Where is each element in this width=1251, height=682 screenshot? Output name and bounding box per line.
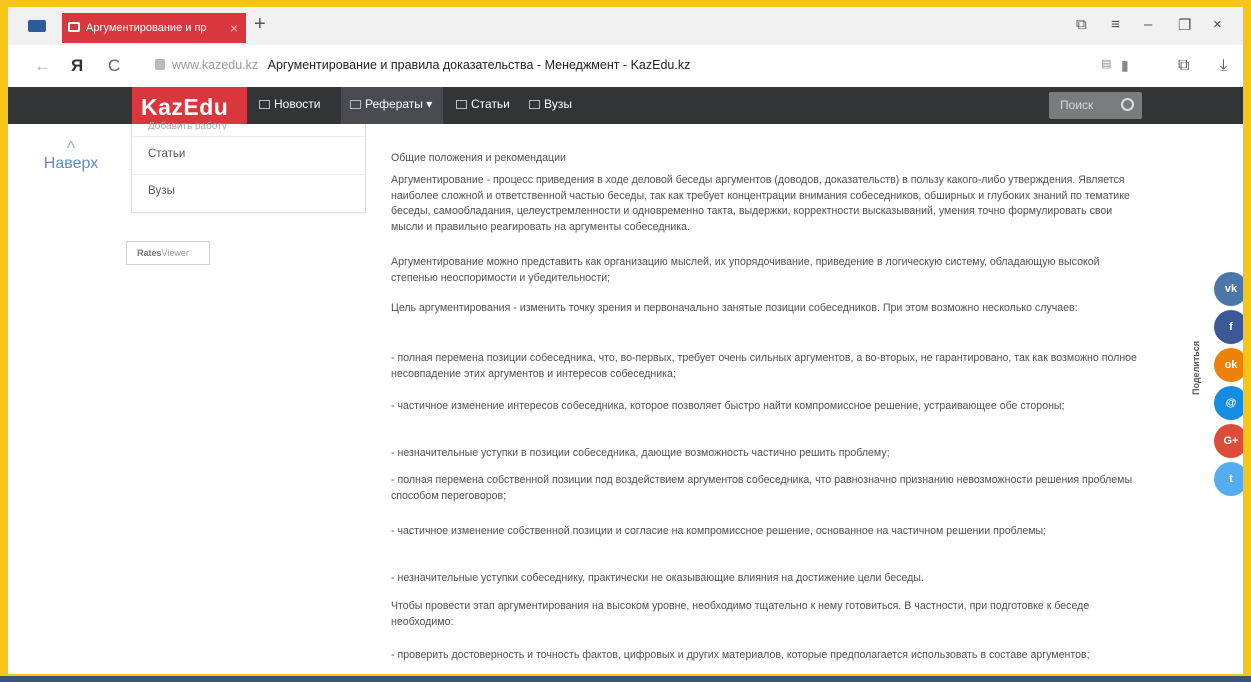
nav-universities[interactable]: Вузы <box>529 97 572 111</box>
search-input[interactable]: Поиск <box>1049 92 1142 119</box>
active-tab[interactable]: Аргументирование и пр × <box>62 13 246 43</box>
kazedu-favicon-icon <box>68 22 80 32</box>
divider <box>132 174 365 175</box>
download-icon[interactable]: ⤓ <box>1220 57 1227 75</box>
article-paragraph: - частичное изменение собственной позици… <box>391 525 1047 537</box>
article-paragraph: Чтобы провести этап аргументирования на … <box>391 600 1090 628</box>
article-paragraph: - частичное изменение интересов собеседн… <box>391 400 1065 412</box>
article-paragraph: - незначительные уступки собеседнику, пр… <box>391 572 924 584</box>
os-taskbar <box>0 676 1251 682</box>
search-icon[interactable] <box>1121 98 1134 111</box>
address-bar: ← Я C www.kazedu.kz Аргументирование и п… <box>8 45 1243 88</box>
nav-universities-label: Вузы <box>544 97 572 111</box>
vk-share-icon[interactable]: vk <box>1214 272 1243 306</box>
url-domain: www.kazedu.kz <box>172 58 259 72</box>
rates-viewer-widget[interactable]: RatesViewer <box>126 241 210 265</box>
share-label: Поделиться <box>1191 340 1201 395</box>
odnoklassniki-share-icon[interactable]: ok <box>1214 348 1243 382</box>
nav-articles-label: Статьи <box>471 97 510 111</box>
sidebar-item-universities[interactable]: Вузы <box>148 185 175 197</box>
article-paragraph: - полная перемена позиции собеседника, ч… <box>391 352 1137 380</box>
chevron-up-icon: ^ <box>66 138 76 158</box>
building-icon <box>529 100 540 109</box>
rates-viewer-rest: Viewer <box>161 248 189 258</box>
google-plus-share-icon[interactable]: G+ <box>1214 424 1243 458</box>
yandex-logo-icon[interactable]: Я <box>71 56 83 76</box>
nav-articles[interactable]: Статьи <box>456 97 510 111</box>
page-scrollbar[interactable] <box>1246 124 1251 682</box>
nav-news[interactable]: Новости <box>259 97 320 111</box>
article-paragraph: Аргументирование можно представить как о… <box>391 256 1100 284</box>
url-field[interactable]: www.kazedu.kz Аргументирование и правила… <box>172 58 690 72</box>
browser-window: Аргументирование и пр × + ⧉ ≡ – ❐ × ← Я … <box>0 0 1251 682</box>
maximize-button[interactable]: ❐ <box>1178 16 1191 34</box>
reload-button[interactable]: C <box>108 56 120 76</box>
tab-title: Аргументирование и пр <box>86 22 207 34</box>
scroll-to-top-label: Наверх <box>43 155 99 172</box>
close-window-button[interactable]: × <box>1213 16 1222 33</box>
divider <box>132 136 365 137</box>
menu-icon[interactable]: ≡ <box>1111 16 1120 33</box>
rates-viewer-bold: Rates <box>137 248 162 258</box>
minimize-button[interactable]: – <box>1144 16 1152 33</box>
facebook-share-icon[interactable]: f <box>1214 310 1243 344</box>
tab-close-icon[interactable]: × <box>230 20 238 36</box>
sidebar-item-add-work[interactable]: Добавить работу <box>148 121 227 130</box>
search-placeholder: Поиск <box>1060 98 1094 112</box>
nav-news-label: Новости <box>274 97 321 111</box>
article-paragraph: - незначительные уступки в позиции собес… <box>391 447 890 459</box>
nav-essays-label: Рефераты ▾ <box>365 97 433 111</box>
pencil-icon <box>456 100 467 109</box>
nav-essays[interactable]: Рефераты ▾ <box>350 97 432 111</box>
url-page-title: Аргументирование и правила доказательств… <box>267 58 691 72</box>
article-paragraph: Общие положения и рекомендации <box>391 152 566 164</box>
sidebar-menu: Добавить работу Статьи Вузы <box>131 121 366 213</box>
article-paragraph: Аргументирование - процесс приведения в … <box>391 174 1130 233</box>
back-button[interactable]: ← <box>34 56 51 76</box>
lock-icon <box>155 59 165 70</box>
article-paragraph: Цель аргументирования - изменить точку з… <box>391 302 1078 314</box>
document-icon <box>350 100 361 109</box>
scroll-to-top-button[interactable]: ^ Наверх <box>41 138 101 173</box>
bookmark-flag-icon[interactable]: ▮ <box>1121 57 1129 74</box>
twitter-share-icon[interactable]: t <box>1214 462 1243 496</box>
protect-icon[interactable]: ⧉ <box>1178 57 1189 75</box>
reader-mode-icon[interactable]: ▤ <box>1101 57 1111 70</box>
new-tab-button[interactable]: + <box>254 13 266 36</box>
sidebar-item-articles[interactable]: Статьи <box>148 148 185 160</box>
article-paragraph: - полная перемена собственной позиции по… <box>391 474 1133 502</box>
bookmarks-icon[interactable]: ⧉ <box>1076 16 1087 33</box>
mail-share-icon[interactable]: @ <box>1214 386 1243 420</box>
article-paragraph: - проверить достоверность и точность фак… <box>391 649 1090 661</box>
tab-bar: Аргументирование и пр × + ⧉ ≡ – ❐ × <box>8 7 1243 45</box>
news-icon <box>259 100 270 109</box>
tabs-list-icon[interactable] <box>28 20 46 32</box>
